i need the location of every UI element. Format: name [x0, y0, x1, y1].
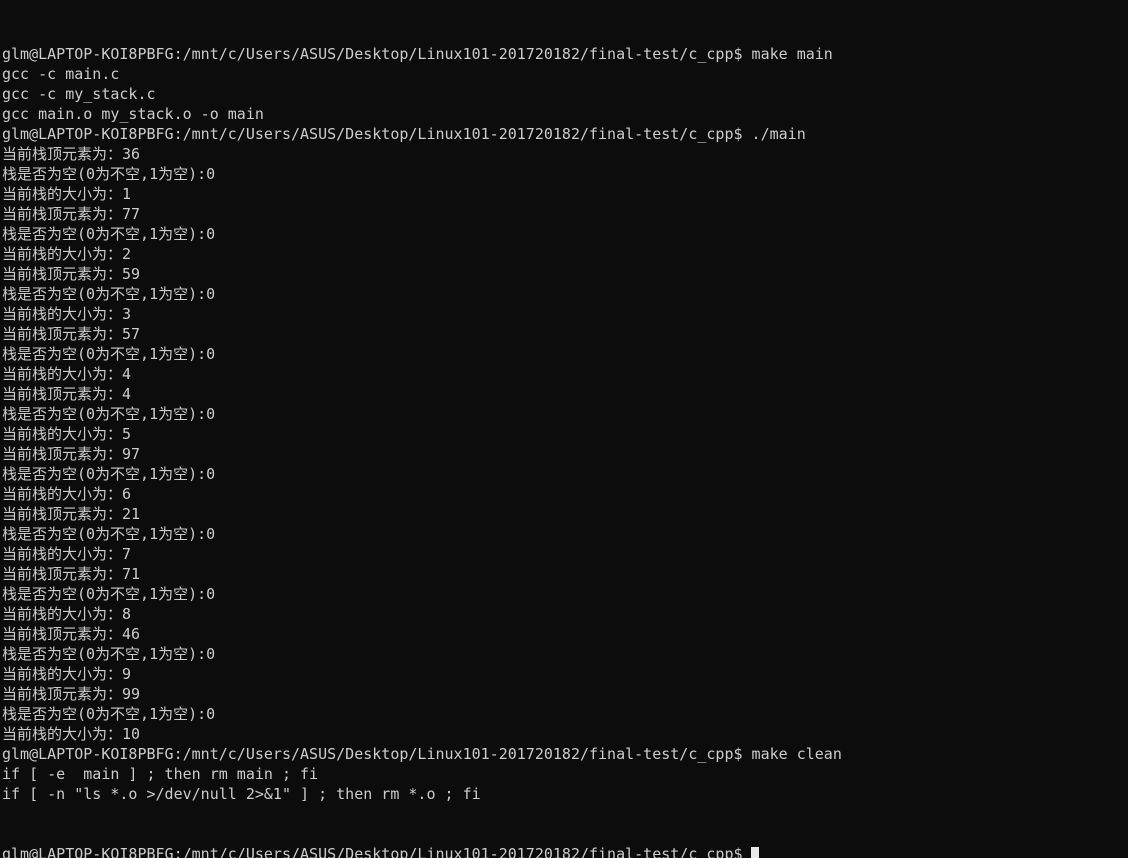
terminal-line: gcc -c my_stack.c: [2, 85, 156, 103]
terminal-line: 栈是否为空(0为不空,1为空):0: [2, 645, 216, 663]
terminal-line: 当前栈的大小为：7: [2, 545, 132, 563]
terminal-line: 当前栈的大小为：6: [2, 485, 132, 503]
terminal-line: 当前栈顶元素为：21: [2, 505, 141, 523]
terminal-line: 栈是否为空(0为不空,1为空):0: [2, 285, 216, 303]
terminal-line: 当前栈的大小为：5: [2, 425, 132, 443]
terminal-line: 栈是否为空(0为不空,1为空):0: [2, 165, 216, 183]
terminal-line: gcc -c main.c: [2, 65, 120, 83]
terminal-line: 栈是否为空(0为不空,1为空):0: [2, 345, 216, 363]
terminal-line: 当前栈顶元素为：77: [2, 205, 141, 223]
terminal-line: 栈是否为空(0为不空,1为空):0: [2, 705, 216, 723]
terminal-line: glm@LAPTOP-KOI8PBFG:/mnt/c/Users/ASUS/De…: [2, 125, 806, 143]
terminal-line: 当前栈顶元素为：71: [2, 565, 141, 583]
terminal-line: 当前栈的大小为：4: [2, 365, 132, 383]
terminal-line: 当前栈的大小为：9: [2, 665, 132, 683]
terminal-line: 当前栈的大小为：8: [2, 605, 132, 623]
terminal-line: 当前栈的大小为：1: [2, 185, 132, 203]
terminal-line: 当前栈顶元素为：4: [2, 385, 132, 403]
terminal-line: if [ -n "ls *.o >/dev/null 2>&1" ] ; the…: [2, 785, 481, 803]
terminal-line: glm@LAPTOP-KOI8PBFG:/mnt/c/Users/ASUS/De…: [2, 745, 842, 763]
shell-prompt: glm@LAPTOP-KOI8PBFG:/mnt/c/Users/ASUS/De…: [2, 845, 743, 858]
terminal-line: 当前栈顶元素为：57: [2, 325, 141, 343]
terminal-output: glm@LAPTOP-KOI8PBFG:/mnt/c/Users/ASUS/De…: [2, 44, 1128, 804]
terminal-line: 栈是否为空(0为不空,1为空):0: [2, 525, 216, 543]
terminal-line: 当前栈的大小为：10: [2, 725, 141, 743]
terminal-line: glm@LAPTOP-KOI8PBFG:/mnt/c/Users/ASUS/De…: [2, 45, 833, 63]
terminal-line: 栈是否为空(0为不空,1为空):0: [2, 225, 216, 243]
terminal-line: 栈是否为空(0为不空,1为空):0: [2, 465, 216, 483]
terminal-line: 当前栈顶元素为：97: [2, 445, 141, 463]
text-cursor: [750, 847, 759, 858]
terminal-line: 当前栈顶元素为：99: [2, 685, 141, 703]
terminal-line: 当前栈顶元素为：46: [2, 625, 141, 643]
terminal-line: 当前栈的大小为：3: [2, 305, 132, 323]
terminal-line: 当前栈的大小为：2: [2, 245, 132, 263]
terminal-line: 栈是否为空(0为不空,1为空):0: [2, 405, 216, 423]
terminal-screen[interactable]: glm@LAPTOP-KOI8PBFG:/mnt/c/Users/ASUS/De…: [0, 0, 1128, 858]
terminal-prompt-line-active: glm@LAPTOP-KOI8PBFG:/mnt/c/Users/ASUS/De…: [2, 844, 1128, 858]
terminal-line: 当前栈顶元素为：36: [2, 145, 141, 163]
terminal-line: gcc main.o my_stack.o -o main: [2, 105, 264, 123]
terminal-line: 当前栈顶元素为：59: [2, 265, 141, 283]
terminal-line: if [ -e main ] ; then rm main ; fi: [2, 765, 319, 783]
terminal-line: 栈是否为空(0为不空,1为空):0: [2, 585, 216, 603]
